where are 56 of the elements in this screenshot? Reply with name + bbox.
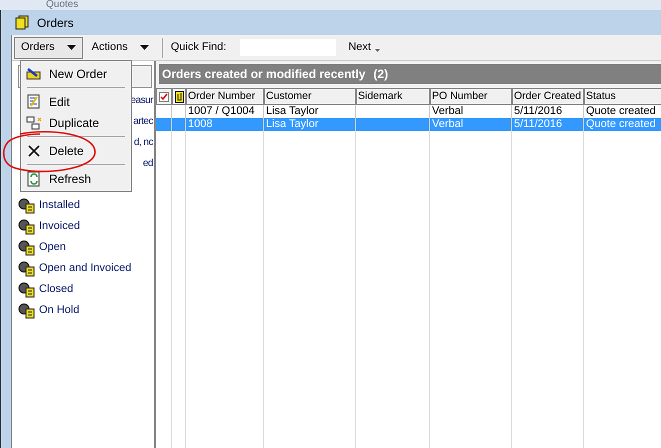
status-folder-icon — [18, 302, 36, 318]
status-folder-icon — [18, 218, 36, 234]
toolbar-menu-button[interactable]: Orders — [14, 36, 83, 58]
sidebar-item[interactable]: d, nc — [134, 135, 153, 150]
table-cell: Verbal — [432, 118, 464, 130]
column-header[interactable]: Order Number — [186, 88, 264, 105]
table-cell: Lisa Taylor — [266, 118, 318, 130]
status-folder-icon — [18, 260, 36, 276]
window-title: Orders — [37, 14, 74, 32]
status-folder-icon — [18, 240, 36, 256]
sidebar-item[interactable]: On Hold — [39, 302, 80, 319]
status-folder-icon — [18, 282, 36, 298]
pencil-paper-icon — [25, 66, 43, 80]
refresh-document-icon — [27, 170, 41, 186]
column-header[interactable]: Customer — [264, 88, 356, 105]
toolbar-menu-button[interactable]: Actions — [84, 36, 156, 58]
column-header[interactable] — [172, 88, 186, 105]
table-cell: 5/11/2016 — [514, 118, 562, 130]
sidebar-item[interactable]: Open and Invoiced — [39, 260, 132, 277]
sidebar-item[interactable]: Open — [39, 239, 66, 256]
menu-item[interactable]: Refresh — [21, 168, 131, 189]
next-button[interactable]: Next — [344, 39, 384, 56]
menu-item[interactable]: Duplicate — [21, 112, 131, 133]
dropdown-caret-icon — [66, 45, 76, 50]
duplicate-icon — [26, 116, 42, 130]
orders-window-icon — [15, 15, 29, 30]
sidebar-item[interactable]: Invoiced — [39, 218, 80, 235]
edit-document-icon — [27, 94, 41, 109]
table-cell: Verbal — [432, 105, 464, 117]
menu-item[interactable]: New Order — [21, 63, 131, 84]
sidebar-item[interactable]: artec — [133, 114, 153, 129]
dropdown-caret-icon — [374, 49, 380, 52]
paperclip-icon — [174, 90, 184, 102]
close-x-icon — [27, 144, 41, 158]
column-header[interactable]: Order Created — [512, 88, 584, 105]
table-cell: 5/11/2016 — [514, 105, 562, 117]
dropdown-caret-icon — [140, 45, 149, 50]
menu-item[interactable]: Edit — [21, 91, 131, 112]
column-header[interactable]: Status — [584, 88, 661, 105]
table-cell: 1008 — [188, 118, 212, 130]
quick-find-label: Quick Find: — [170, 40, 226, 56]
sidebar-item[interactable]: Installed — [39, 197, 80, 214]
status-folder-icon — [18, 198, 36, 214]
grid-count: (2) — [373, 66, 388, 83]
menu-item[interactable]: Delete — [21, 140, 131, 161]
background-window-title: Quotes — [46, 0, 78, 10]
column-header[interactable]: PO Number — [430, 88, 512, 105]
table-cell: 1007 / Q1004 — [188, 105, 255, 117]
table-cell: Lisa Taylor — [266, 105, 318, 117]
sidebar-item[interactable]: ed — [142, 156, 153, 171]
grid-title: Orders created or modified recently — [162, 66, 366, 83]
table-cell: Quote created — [586, 105, 656, 117]
column-header[interactable]: Sidemark — [356, 88, 430, 105]
sidebar-item[interactable]: Closed — [39, 281, 74, 298]
checkmark-icon — [159, 92, 169, 102]
table-cell: Quote created — [586, 118, 656, 130]
